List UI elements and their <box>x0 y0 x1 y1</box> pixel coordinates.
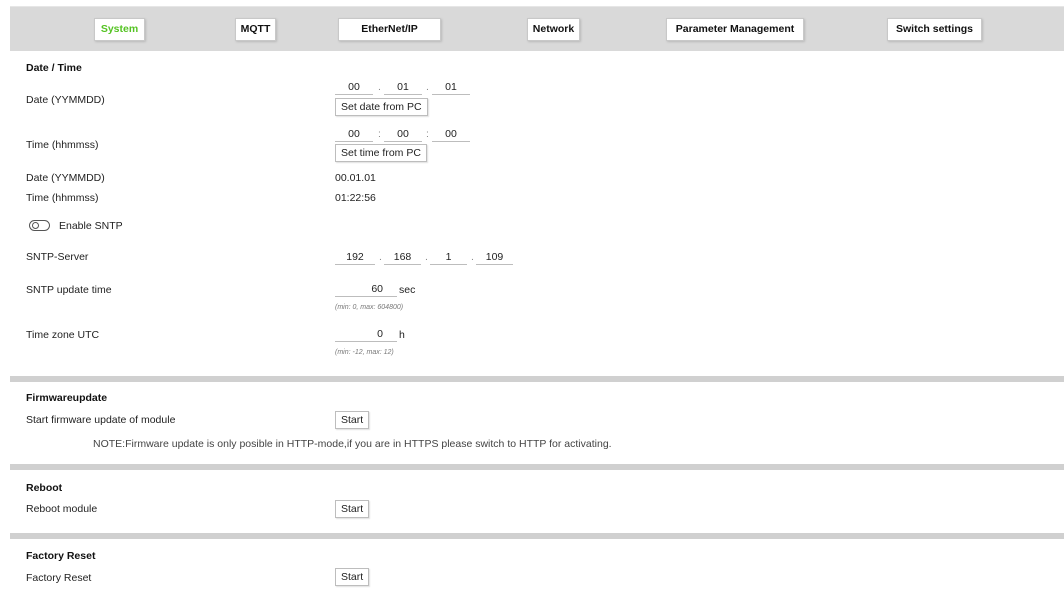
section-divider <box>10 464 1064 470</box>
ip-separator: . <box>425 251 428 263</box>
factory-reset-start-button[interactable]: Start <box>335 568 370 586</box>
date-separator: . <box>378 81 381 93</box>
date-month-input[interactable] <box>384 79 422 95</box>
reboot-label: Reboot module <box>26 503 98 515</box>
tab-network[interactable]: Network <box>527 18 580 41</box>
sntp-toggle-label: Enable SNTP <box>59 220 123 232</box>
time-label: Time (hhmmss) <box>26 139 99 151</box>
tab-mqtt[interactable]: MQTT <box>235 18 276 41</box>
tab-ethernet-ip[interactable]: EtherNet/IP <box>338 18 441 41</box>
ip-separator: . <box>471 251 474 263</box>
toggle-knob-icon <box>32 222 39 229</box>
time-separator: : <box>426 128 429 140</box>
timezone-hint: (min: -12, max: 12) <box>335 349 394 356</box>
date-day-input[interactable] <box>432 79 470 95</box>
reboot-start-button[interactable]: Start <box>335 500 370 518</box>
timezone-input[interactable] <box>335 326 397 342</box>
sntp-server-label: SNTP-Server <box>26 251 89 263</box>
sntp-server-octet-4-input[interactable] <box>476 249 513 265</box>
tab-system[interactable]: System <box>94 18 145 41</box>
current-date-label: Date (YYMMDD) <box>26 172 105 184</box>
sntp-server-octet-3-input[interactable] <box>430 249 467 265</box>
timezone-unit: h <box>399 329 405 341</box>
sntp-toggle[interactable] <box>29 220 50 231</box>
section-divider <box>10 376 1064 382</box>
sntp-update-input[interactable] <box>335 281 397 297</box>
current-date-value: 00.01.01 <box>335 172 376 184</box>
sntp-server-octet-2-input[interactable] <box>384 249 421 265</box>
sntp-update-hint: (min: 0, max: 604800) <box>335 304 404 311</box>
sntp-update-label: SNTP update time <box>26 284 112 296</box>
firmware-note: NOTE:Firmware update is only posible in … <box>93 438 612 450</box>
time-hour-input[interactable] <box>335 126 373 142</box>
factory-reset-heading: Factory Reset <box>26 550 96 562</box>
ip-separator: . <box>379 251 382 263</box>
date-separator: . <box>426 81 429 93</box>
factory-reset-label: Factory Reset <box>26 572 92 584</box>
set-date-from-pc-button[interactable]: Set date from PC <box>335 98 428 116</box>
date-label: Date (YYMMDD) <box>26 94 105 106</box>
firmware-start-button[interactable]: Start <box>335 411 370 429</box>
tab-switch-settings[interactable]: Switch settings <box>887 18 982 41</box>
sntp-server-octet-1-input[interactable] <box>335 249 375 265</box>
datetime-heading: Date / Time <box>26 62 82 74</box>
time-minute-input[interactable] <box>384 126 422 142</box>
reboot-heading: Reboot <box>26 482 63 494</box>
current-time-value: 01:22:56 <box>335 192 376 204</box>
firmware-heading: Firmwareupdate <box>26 392 108 404</box>
date-year-input[interactable] <box>335 79 373 95</box>
top-navigation: System MQTT EtherNet/IP Network Paramete… <box>10 6 1064 51</box>
tab-parameter-management[interactable]: Parameter Management <box>666 18 804 41</box>
section-divider <box>10 533 1064 539</box>
firmware-label: Start firmware update of module <box>26 414 176 426</box>
current-time-label: Time (hhmmss) <box>26 192 99 204</box>
set-time-from-pc-button[interactable]: Set time from PC <box>335 144 427 162</box>
sntp-update-unit: sec <box>399 284 416 296</box>
time-separator: : <box>378 128 381 140</box>
timezone-label: Time zone UTC <box>26 329 100 341</box>
time-second-input[interactable] <box>432 126 470 142</box>
